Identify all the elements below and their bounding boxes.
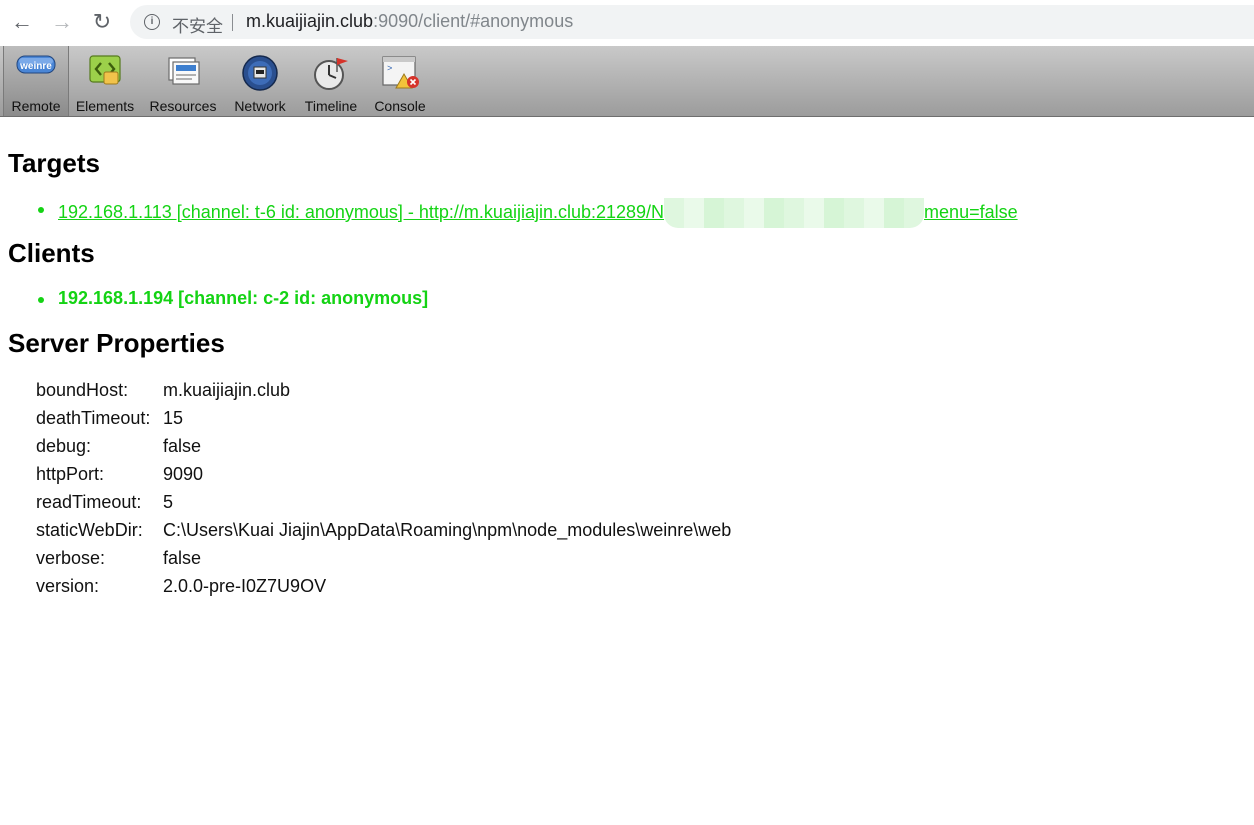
client-entry[interactable]: 192.168.1.194 [channel: c-2 id: anonymou… — [58, 288, 428, 308]
address-bar[interactable]: i 不安全 m.kuaijiajin.club:9090/client/#ano… — [130, 5, 1254, 39]
url-path: :9090/client/#anonymous — [373, 11, 574, 31]
url-host: m.kuaijiajin.club — [246, 11, 374, 31]
address-separator — [232, 14, 233, 31]
tab-remote[interactable]: weinre Remote — [3, 46, 69, 116]
list-item: 192.168.1.113 [channel: t-6 id: anonymou… — [38, 198, 1018, 228]
tab-timeline-label: Timeline — [304, 98, 358, 114]
svg-text:>: > — [387, 64, 392, 74]
tab-elements-label: Elements — [75, 98, 135, 114]
resources-icon — [165, 54, 201, 91]
forward-arrow-icon[interactable]: → — [48, 8, 76, 36]
info-icon[interactable]: i — [144, 14, 160, 30]
prop-value: false — [163, 436, 202, 456]
timeline-icon — [311, 54, 351, 95]
prop-key: version: — [36, 576, 100, 596]
prop-value: 2.0.0-pre-I0Z7U9OV — [163, 576, 327, 596]
clients-heading: Clients — [8, 238, 95, 268]
tab-console[interactable]: > Console — [370, 46, 430, 116]
prop-key: verbose: — [36, 548, 106, 568]
list-item: 192.168.1.194 [channel: c-2 id: anonymou… — [38, 288, 428, 309]
weinre-logo-icon: weinre — [16, 54, 56, 79]
prop-value: 5 — [163, 492, 174, 512]
prop-key: httpPort: — [36, 464, 105, 484]
tab-network-label: Network — [234, 98, 286, 114]
browser-chrome: ← → ↻ i 不安全 m.kuaijiajin.club:9090/clien… — [0, 0, 1254, 46]
insecure-label: 不安全 — [172, 17, 223, 36]
url-text[interactable]: m.kuaijiajin.club:9090/client/#anonymous — [246, 11, 573, 32]
weinre-logo-text: weinre — [19, 61, 52, 72]
redacted-region — [664, 198, 925, 228]
prop-key: boundHost: — [36, 380, 129, 400]
network-icon — [241, 54, 279, 95]
prop-value: 9090 — [163, 464, 204, 484]
back-arrow-icon[interactable]: ← — [8, 8, 36, 36]
prop-key: deathTimeout: — [36, 408, 151, 428]
console-icon: > — [380, 54, 420, 93]
tab-timeline[interactable]: Timeline — [300, 46, 362, 116]
targets-heading: Targets — [8, 148, 100, 178]
target-link[interactable]: 192.168.1.113 [channel: t-6 id: anonymou… — [58, 198, 1018, 228]
prop-value: m.kuaijiajin.club — [163, 380, 291, 400]
tab-remote-label: Remote — [11, 98, 61, 114]
tab-elements[interactable]: Elements — [70, 46, 140, 116]
prop-value: 15 — [163, 408, 184, 428]
elements-icon — [87, 54, 123, 91]
target-link-text: 192.168.1.113 [channel: t-6 id: anonymou… — [58, 202, 665, 222]
tab-network[interactable]: Network — [228, 46, 292, 116]
targets-list: 192.168.1.113 [channel: t-6 id: anonymou… — [38, 198, 1018, 228]
prop-key: staticWebDir: — [36, 520, 143, 540]
target-link-tail: menu=false — [924, 202, 1018, 222]
prop-key: readTimeout: — [36, 492, 142, 512]
prop-value: false — [163, 548, 202, 568]
prop-value: C:\Users\Kuai Jiajin\AppData\Roaming\npm… — [163, 520, 732, 540]
tab-resources-label: Resources — [149, 98, 217, 114]
tab-resources[interactable]: Resources — [146, 46, 220, 116]
tab-console-label: Console — [374, 98, 426, 114]
reload-icon[interactable]: ↻ — [88, 8, 116, 36]
clients-list: 192.168.1.194 [channel: c-2 id: anonymou… — [38, 288, 428, 309]
server-properties-heading: Server Properties — [8, 328, 225, 358]
weinre-toolbar: weinre Remote Elements Resources Network… — [0, 46, 1254, 117]
prop-key: debug: — [36, 436, 92, 456]
